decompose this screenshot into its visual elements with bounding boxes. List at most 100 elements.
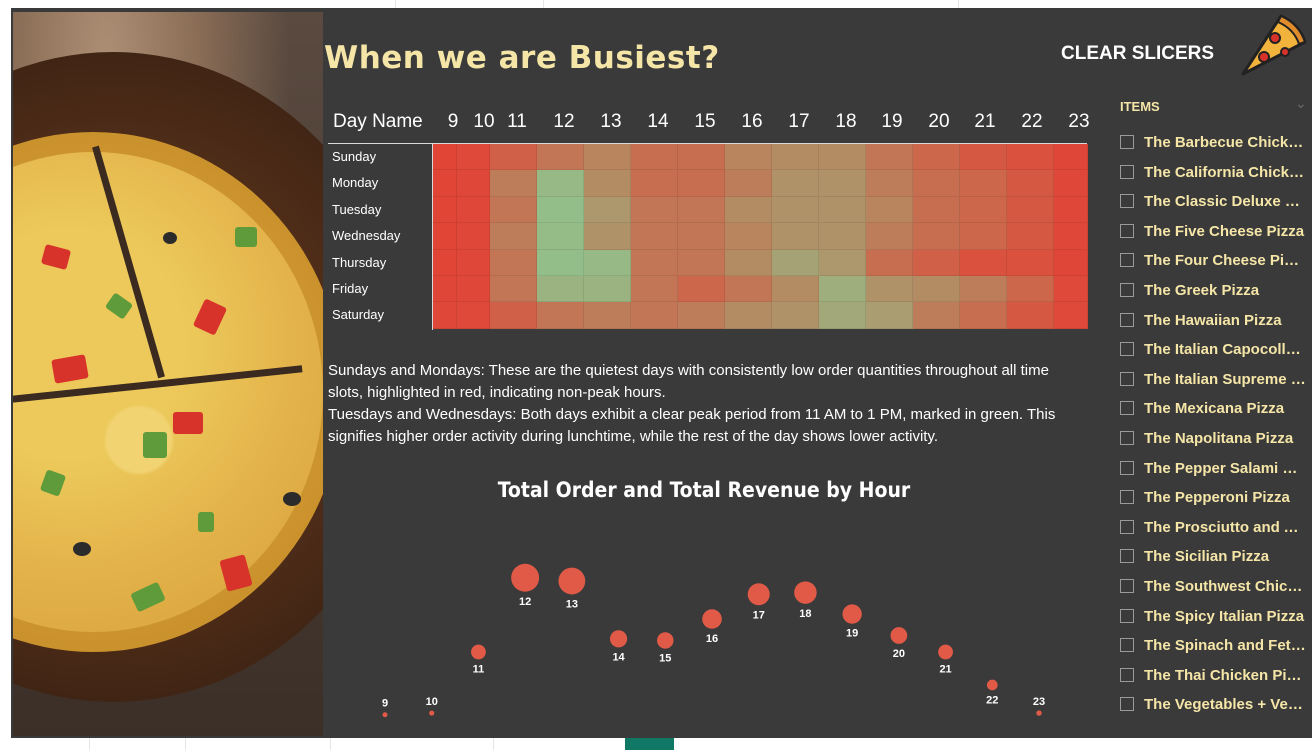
bubble-point[interactable]	[429, 710, 435, 716]
heatmap-cell[interactable]	[433, 276, 457, 303]
heatmap-cell[interactable]	[725, 302, 772, 329]
slicer-item[interactable]: The Five Cheese Pizza	[1120, 220, 1312, 244]
slicer-item[interactable]: The California Chicken Pizza	[1120, 161, 1312, 185]
slicer-item[interactable]: The Mexicana Pizza	[1120, 397, 1312, 421]
checkbox[interactable]	[1120, 519, 1134, 534]
heatmap-cell[interactable]	[433, 144, 457, 171]
heatmap-cell[interactable]	[866, 144, 913, 171]
page-tab-indicator[interactable]	[625, 738, 674, 750]
heatmap-cell[interactable]	[819, 302, 866, 329]
heatmap-cell[interactable]	[631, 276, 678, 303]
heatmap-cell[interactable]	[1007, 302, 1054, 329]
heatmap-cell[interactable]	[490, 276, 537, 303]
heatmap-cell[interactable]	[678, 223, 725, 250]
slicer-item[interactable]: The Southwest Chicken Pizza	[1120, 575, 1312, 599]
clear-slicers-button[interactable]: CLEAR SLICERS	[1061, 43, 1214, 65]
bubble-point[interactable]	[471, 644, 486, 660]
heatmap-cell[interactable]	[725, 170, 772, 197]
slicer-item[interactable]: The Italian Capocollo Pizza	[1120, 338, 1312, 362]
heatmap-cell[interactable]	[537, 144, 584, 171]
heatmap-cell[interactable]	[1007, 223, 1054, 250]
heatmap-cell[interactable]	[819, 276, 866, 303]
heatmap-cell[interactable]	[490, 302, 537, 329]
slicer-item[interactable]: The Classic Deluxe Pizza	[1120, 190, 1312, 214]
slicer-item[interactable]: The Napolitana Pizza	[1120, 427, 1312, 451]
heatmap-cell[interactable]	[819, 144, 866, 171]
heatmap-cell[interactable]	[913, 276, 960, 303]
bubble-point[interactable]	[747, 583, 770, 606]
heatmap-cell[interactable]	[631, 196, 678, 224]
heatmap-cell[interactable]	[866, 276, 913, 303]
heatmap-cell[interactable]	[457, 196, 490, 224]
checkbox[interactable]	[1120, 342, 1134, 357]
heatmap-cell[interactable]	[631, 223, 678, 250]
heatmap-cell[interactable]	[1007, 276, 1054, 303]
heatmap-cell[interactable]	[678, 249, 725, 276]
checkbox[interactable]	[1120, 579, 1134, 593]
heatmap-cell[interactable]	[1054, 276, 1088, 303]
heatmap-cell[interactable]	[913, 170, 960, 197]
heatmap-cell[interactable]	[1054, 249, 1088, 276]
heatmap-cell[interactable]	[631, 144, 678, 171]
heatmap-cell[interactable]	[866, 249, 913, 276]
checkbox[interactable]	[1120, 697, 1134, 712]
heatmap-cell[interactable]	[537, 196, 584, 224]
checkbox[interactable]	[1120, 223, 1134, 238]
bubble-point[interactable]	[558, 567, 586, 595]
heatmap-cell[interactable]	[631, 249, 678, 276]
heatmap-cell[interactable]	[866, 223, 913, 250]
orders-revenue-bubble-chart[interactable]: 9 10 11 12 13 14 15 16 17 18 19 20 21 22 23	[327, 513, 1087, 728]
heatmap-cell[interactable]	[960, 276, 1007, 303]
bubble-point[interactable]	[1036, 710, 1042, 716]
slicer-item[interactable]: The Prosciutto and Arugula Pizza	[1120, 516, 1312, 540]
heatmap-cell[interactable]	[678, 170, 725, 197]
heatmap-cell[interactable]	[490, 249, 537, 276]
bubble-point[interactable]	[511, 563, 540, 592]
slicer-item[interactable]: The Italian Supreme Pizza	[1120, 368, 1312, 392]
heatmap-cell[interactable]	[490, 170, 537, 197]
heatmap-cell[interactable]	[584, 144, 631, 171]
heatmap-cell[interactable]	[913, 144, 960, 171]
heatmap-cell[interactable]	[1054, 144, 1088, 171]
heatmap-cell[interactable]	[631, 170, 678, 197]
heatmap-cell[interactable]	[433, 302, 457, 329]
checkbox[interactable]	[1120, 164, 1134, 179]
heatmap-cell[interactable]	[537, 302, 584, 329]
checkbox[interactable]	[1120, 667, 1134, 682]
heatmap-cell[interactable]	[913, 302, 960, 329]
heatmap-cell[interactable]	[772, 223, 819, 250]
heatmap-cell[interactable]	[819, 196, 866, 224]
heatmap-cell[interactable]	[725, 249, 772, 276]
checkbox[interactable]	[1120, 401, 1134, 416]
bubble-point[interactable]	[794, 581, 817, 604]
heatmap-cell[interactable]	[725, 144, 772, 171]
heatmap-cell[interactable]	[433, 249, 457, 276]
checkbox[interactable]	[1120, 608, 1134, 623]
checkbox[interactable]	[1120, 431, 1134, 445]
checkbox[interactable]	[1120, 460, 1134, 475]
heatmap-cell[interactable]	[866, 170, 913, 197]
heatmap-cell[interactable]	[1054, 302, 1088, 329]
heatmap-cell[interactable]	[725, 276, 772, 303]
heatmap-cell[interactable]	[1054, 223, 1088, 250]
checkbox[interactable]	[1120, 135, 1134, 149]
heatmap-cell[interactable]	[866, 302, 913, 329]
checkbox[interactable]	[1120, 253, 1134, 268]
bubble-point[interactable]	[938, 644, 953, 660]
heatmap-cell[interactable]	[772, 249, 819, 276]
heatmap-cell[interactable]	[960, 249, 1007, 276]
heatmap-cell[interactable]	[457, 170, 490, 197]
heatmap-cell[interactable]	[678, 144, 725, 171]
heatmap-cell[interactable]	[913, 223, 960, 250]
bubble-point[interactable]	[842, 604, 862, 624]
slicer-item[interactable]: The Thai Chicken Pizza	[1120, 664, 1312, 688]
checkbox[interactable]	[1120, 549, 1134, 564]
bubble-point[interactable]	[890, 627, 908, 644]
heatmap-cell[interactable]	[584, 170, 631, 197]
checkbox[interactable]	[1120, 371, 1134, 386]
slicer-item[interactable]: The Pepperoni Pizza	[1120, 486, 1312, 510]
heatmap-cell[interactable]	[725, 196, 772, 224]
slicer-item[interactable]: The Four Cheese Pizza	[1120, 249, 1312, 273]
heatmap-cell[interactable]	[1054, 170, 1088, 197]
slicer-item[interactable]: The Spinach and Feta Pizza	[1120, 634, 1312, 658]
